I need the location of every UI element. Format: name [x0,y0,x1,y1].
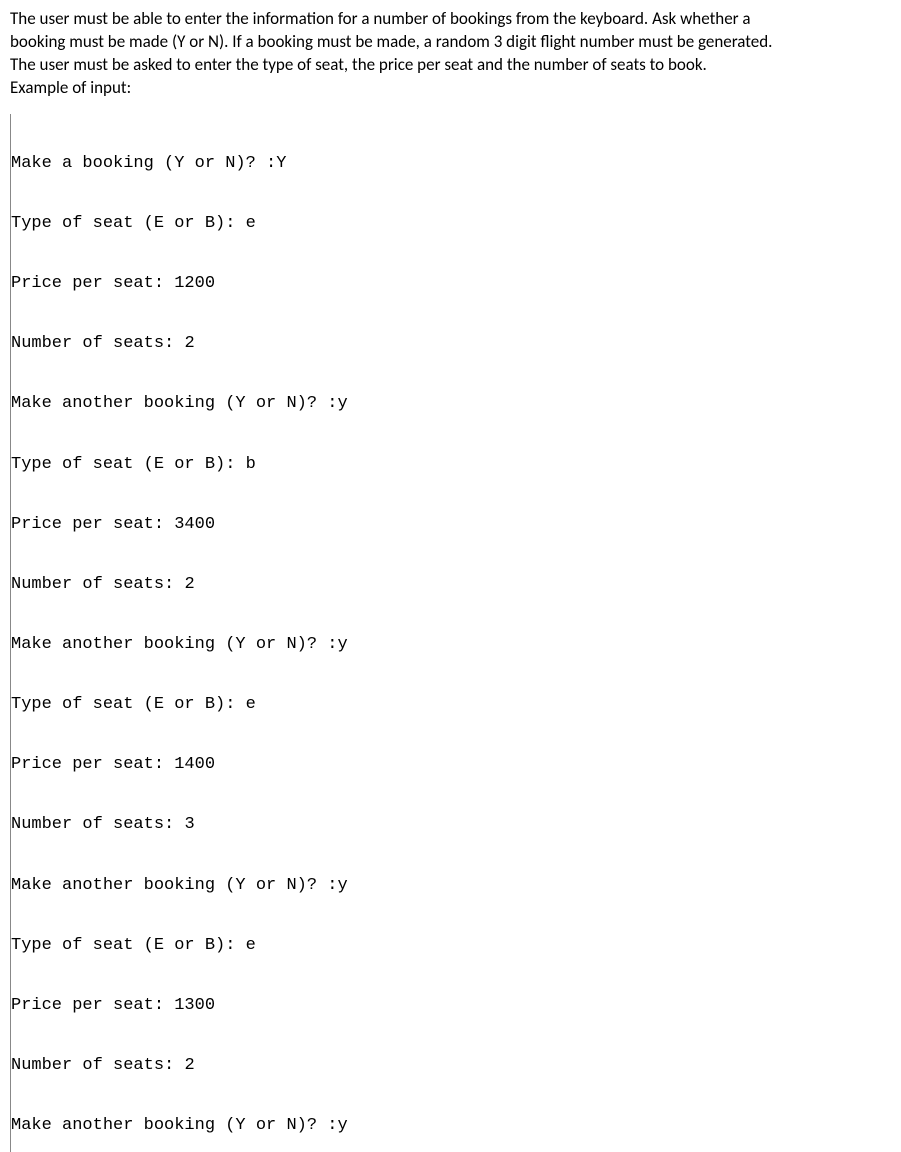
prompt-text: Number of seats: [11,1056,184,1075]
user-input: 3400 [174,515,215,534]
prompt-text: Type of seat (E or B): [11,695,246,714]
prompt-text: Number of seats: [11,815,184,834]
console-line: Price per seat: 3400 [11,515,891,535]
user-input: 1200 [174,274,215,293]
console-line: Type of seat (E or B): e [11,214,891,234]
user-input: 2 [184,1056,194,1075]
user-input: b [246,455,256,474]
prompt-text: Make another booking (Y or N)? : [11,876,337,895]
user-input: 3 [184,815,194,834]
console-line: Type of seat (E or B): e [11,695,891,715]
prompt-text: Make a booking (Y or N)? : [11,154,276,173]
console-line: Type of seat (E or B): e [11,936,891,956]
user-input: 1300 [174,996,215,1015]
console-line: Make another booking (Y or N)? :y [11,1116,891,1136]
user-input: Y [276,154,286,173]
console-line: Make another booking (Y or N)? :y [11,394,891,414]
prompt-text: Number of seats: [11,334,184,353]
user-input: e [246,695,256,714]
instruction-line: The user must be asked to enter the type… [10,54,891,77]
prompt-text: Make another booking (Y or N)? : [11,635,337,654]
user-input: 2 [184,575,194,594]
user-input: e [246,214,256,233]
prompt-text: Type of seat (E or B): [11,214,246,233]
console-line: Number of seats: 2 [11,1056,891,1076]
console-line: Make another booking (Y or N)? :y [11,876,891,896]
prompt-text: Price per seat: [11,515,174,534]
console-line: Price per seat: 1200 [11,274,891,294]
user-input: y [337,394,347,413]
instructions-block: The user must be able to enter the infor… [10,8,891,100]
user-input: e [246,936,256,955]
console-line: Number of seats: 2 [11,575,891,595]
console-line: Make a booking (Y or N)? :Y [11,154,891,174]
console-output: Make a booking (Y or N)? :Y Type of seat… [10,114,891,1152]
prompt-text: Type of seat (E or B): [11,455,246,474]
prompt-text: Number of seats: [11,575,184,594]
console-line: Price per seat: 1300 [11,996,891,1016]
user-input: 2 [184,334,194,353]
prompt-text: Price per seat: [11,996,174,1015]
console-line: Make another booking (Y or N)? :y [11,635,891,655]
prompt-text: Price per seat: [11,274,174,293]
prompt-text: Type of seat (E or B): [11,936,246,955]
instruction-line: Example of input: [10,77,891,100]
console-line: Number of seats: 2 [11,334,891,354]
instruction-line: The user must be able to enter the infor… [10,8,891,31]
prompt-text: Price per seat: [11,755,174,774]
user-input: y [337,635,347,654]
user-input: 1400 [174,755,215,774]
user-input: y [337,876,347,895]
prompt-text: Make another booking (Y or N)? : [11,394,337,413]
console-line: Type of seat (E or B): b [11,455,891,475]
instruction-line: booking must be made (Y or N). If a book… [10,31,891,54]
console-line: Price per seat: 1400 [11,755,891,775]
prompt-text: Make another booking (Y or N)? : [11,1116,337,1135]
console-line: Number of seats: 3 [11,815,891,835]
user-input: y [337,1116,347,1135]
